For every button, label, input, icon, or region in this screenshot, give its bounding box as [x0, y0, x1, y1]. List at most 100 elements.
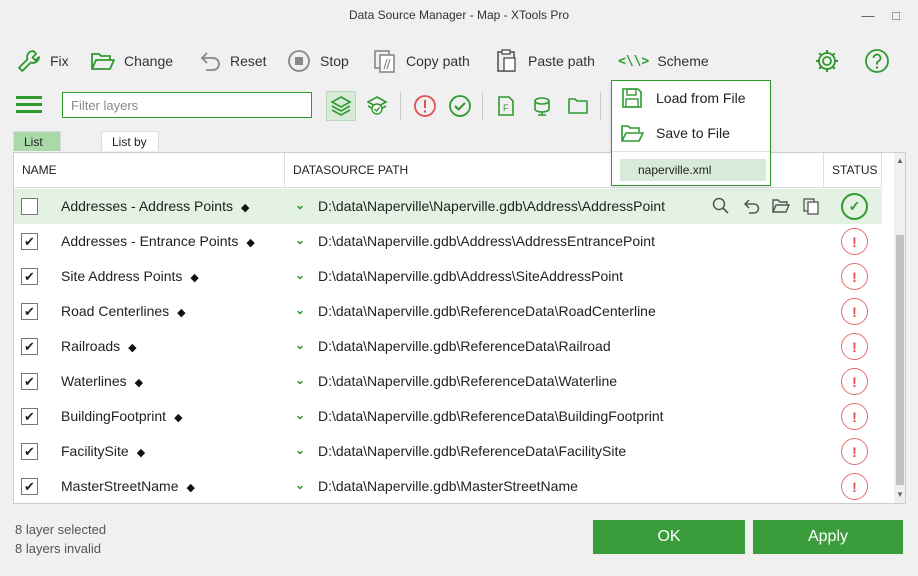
file-source-button[interactable]: F	[491, 91, 521, 121]
row-checkbox[interactable]: ✔	[21, 478, 38, 495]
status-error-icon[interactable]: !	[841, 438, 868, 465]
minimize-button[interactable]: —	[858, 6, 878, 26]
status-error-icon[interactable]: !	[841, 263, 868, 290]
layer-type-icon: ◆	[240, 202, 250, 214]
layer-name-text: Addresses - Entrance Points	[61, 233, 239, 249]
row-checkbox[interactable]: ✔	[21, 303, 38, 320]
scroll-up-icon[interactable]: ▲	[894, 155, 905, 167]
row-checkbox[interactable]: ✔	[21, 268, 38, 285]
separator	[482, 92, 483, 120]
scheme-button[interactable]: <\\> Scheme	[618, 46, 709, 76]
column-header-datasource-label: DATASOURCE PATH	[293, 163, 409, 177]
error-icon	[414, 95, 436, 117]
apply-button[interactable]: Apply	[753, 520, 903, 554]
paste-path-button[interactable]: Paste path	[494, 46, 595, 76]
database-source-button[interactable]	[527, 91, 557, 121]
save-to-file-item[interactable]: Save to File	[620, 118, 730, 148]
column-header-name[interactable]: NAME	[14, 153, 285, 188]
expand-chevron-icon[interactable]: ⌄	[295, 373, 305, 387]
folder-icon	[568, 98, 588, 114]
expand-chevron-icon[interactable]: ⌄	[295, 338, 305, 352]
layer-name-text: Railroads	[61, 338, 121, 354]
table-row[interactable]: ✔ Site Address Points ◆ ⌄ D:\data\Naperville…	[14, 259, 882, 294]
valid-filter-button[interactable]	[445, 91, 475, 121]
layer-type-icon: ◆	[177, 307, 186, 319]
expand-chevron-icon[interactable]: ⌄	[295, 233, 305, 247]
fix-button[interactable]: Fix	[16, 46, 69, 76]
svg-text:F: F	[503, 103, 509, 113]
expand-chevron-icon[interactable]: ⌄	[295, 268, 305, 282]
menu-icon[interactable]	[16, 96, 42, 116]
expand-chevron-icon[interactable]: ⌄	[295, 408, 305, 422]
status-error-icon[interactable]: !	[841, 333, 868, 360]
layer-name-text: BuildingFootprint	[61, 408, 167, 424]
datasource-path: D:\data\Naperville.gdb\ReferenceData\Roa…	[318, 303, 656, 319]
undo-icon[interactable]	[741, 196, 761, 216]
copy-path-button[interactable]: Copy path	[372, 46, 470, 76]
scroll-thumb[interactable]	[896, 235, 904, 485]
change-button[interactable]: Change	[90, 46, 173, 76]
row-checkbox[interactable]: ✔	[21, 233, 38, 250]
layer-name: Railroads ◆	[61, 338, 137, 354]
status-error-icon[interactable]: !	[841, 298, 868, 325]
open-folder-icon[interactable]	[771, 196, 791, 216]
table-row[interactable]: Addresses - Address Points ◆ ⌄ D:\data\Nape…	[14, 189, 882, 224]
status-error-icon[interactable]: !	[841, 473, 868, 500]
tab-list-by-layer[interactable]: List by layer	[13, 131, 62, 189]
save-to-file-label: Save to File	[656, 125, 730, 141]
reset-label: Reset	[230, 53, 267, 69]
status-error-icon[interactable]: !	[841, 228, 868, 255]
invalid-count: 8 layers invalid	[15, 541, 101, 556]
status-summary: 8 layer selected 8 layers invalid	[15, 520, 106, 558]
dropdown-separator	[612, 151, 770, 152]
vertical-scrollbar[interactable]: ▲ ▼	[894, 153, 905, 503]
valid-layers-button[interactable]	[362, 91, 392, 121]
table-row[interactable]: ✔ Waterlines ◆ ⌄ D:\data\Naperville.gdb\Refe…	[14, 364, 882, 399]
layer-name: Site Address Points ◆	[61, 268, 199, 284]
copy-path-icon[interactable]	[801, 196, 821, 216]
main-toolbar: Fix Change Reset Stop Copy path Paste pa…	[0, 40, 918, 80]
database-icon	[534, 97, 550, 116]
table-row[interactable]: ✔ Addresses - Entrance Points ◆ ⌄ D:\data\Na…	[14, 224, 882, 259]
table-row[interactable]: ✔ BuildingFootprint ◆ ⌄ D:\data\Naperville.g…	[14, 399, 882, 434]
undo-icon	[200, 52, 220, 71]
maximize-button[interactable]: □	[886, 6, 906, 26]
tab-list-by-source[interactable]: List by source	[101, 131, 160, 169]
status-error-icon[interactable]: !	[841, 403, 868, 430]
status-ok-icon[interactable]: ✓	[841, 193, 868, 220]
copy-path-icon	[374, 50, 395, 73]
filter-input[interactable]	[62, 92, 312, 118]
row-checkbox[interactable]: ✔	[21, 408, 38, 425]
column-header-status[interactable]: STATUS	[824, 153, 882, 188]
fix-label: Fix	[50, 53, 69, 69]
table-row[interactable]: ✔ FacilitySite ◆ ⌄ D:\data\Naperville.gdb\Re…	[14, 434, 882, 469]
expand-chevron-icon[interactable]: ⌄	[295, 303, 305, 317]
folder-source-button[interactable]	[563, 91, 593, 121]
stop-button[interactable]: Stop	[286, 46, 349, 76]
ok-button[interactable]: OK	[593, 520, 745, 554]
expand-chevron-icon[interactable]: ⌄	[295, 478, 305, 492]
expand-chevron-icon[interactable]: ⌄	[295, 198, 305, 212]
datasource-path: D:\data\Naperville.gdb\ReferenceData\Fac…	[318, 443, 627, 459]
layer-name-text: MasterStreetName	[61, 478, 179, 494]
help-button[interactable]	[864, 46, 890, 76]
status-error-icon[interactable]: !	[841, 368, 868, 395]
table-row[interactable]: ✔ Road Centerlines ◆ ⌄ D:\data\Naperville.gd…	[14, 294, 882, 329]
settings-button[interactable]	[814, 46, 840, 76]
row-checkbox[interactable]	[21, 198, 38, 215]
load-from-file-item[interactable]: Load from File	[620, 83, 745, 113]
reset-button[interactable]: Reset	[196, 46, 267, 76]
layer-name: FacilitySite ◆	[61, 443, 145, 459]
row-checkbox[interactable]: ✔	[21, 443, 38, 460]
invalid-filter-button[interactable]	[410, 91, 440, 121]
expand-chevron-icon[interactable]: ⌄	[295, 443, 305, 457]
table-row[interactable]: ✔ Railroads ◆ ⌄ D:\data\Naperville.gdb\Refer…	[14, 329, 882, 364]
recent-file-item[interactable]: naperville.xml	[620, 159, 766, 181]
table-row[interactable]: ✔ MasterStreetName ◆ ⌄ D:\data\Naperville.gd…	[14, 469, 882, 503]
scroll-down-icon[interactable]: ▼	[894, 489, 905, 501]
stop-label: Stop	[320, 53, 349, 69]
row-checkbox[interactable]: ✔	[21, 338, 38, 355]
layers-view-button[interactable]	[326, 91, 356, 121]
search-icon[interactable]	[711, 196, 731, 216]
row-checkbox[interactable]: ✔	[21, 373, 38, 390]
